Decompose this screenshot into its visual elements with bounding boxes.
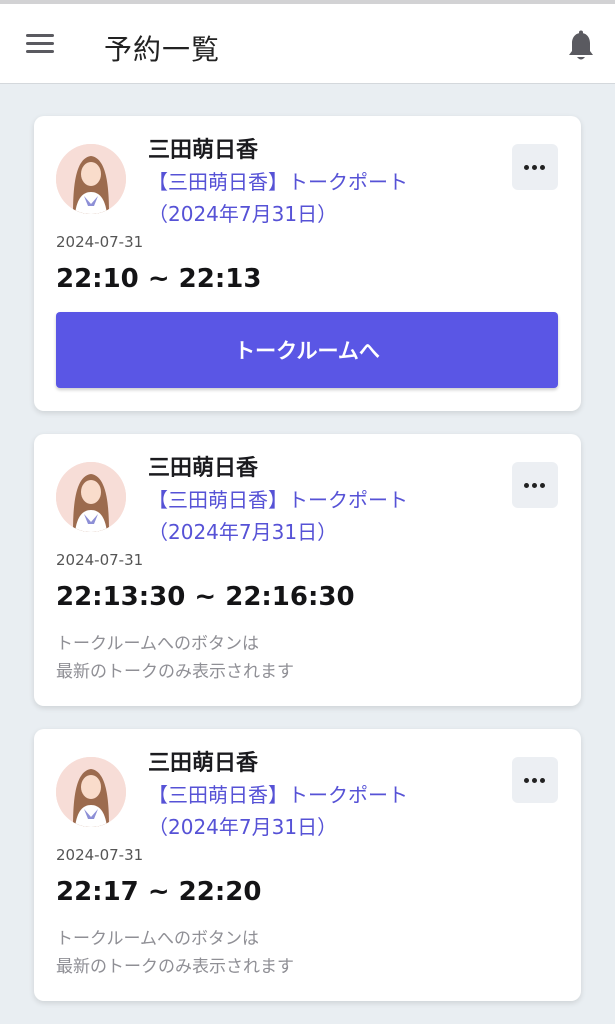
event-link[interactable]: 【三田萌日香】トークポート （2024年7月31日） xyxy=(148,484,478,548)
reservation-card: 三田萌日香 【三田萌日香】トークポート （2024年7月31日） 2024-07… xyxy=(34,434,581,706)
more-options-button[interactable] xyxy=(512,757,558,803)
reservation-date: 2024-07-31 xyxy=(56,233,144,251)
talent-name: 三田萌日香 xyxy=(148,456,259,481)
talk-room-button[interactable]: トークルームへ xyxy=(56,312,558,388)
ellipsis-icon xyxy=(524,483,529,488)
ellipsis-icon xyxy=(524,165,529,170)
reservation-card: 三田萌日香 【三田萌日香】トークポート （2024年7月31日） 2024-07… xyxy=(34,729,581,1001)
event-link[interactable]: 【三田萌日香】トークポート （2024年7月31日） xyxy=(148,779,478,843)
talent-name: 三田萌日香 xyxy=(148,751,259,776)
avatar xyxy=(56,462,126,532)
reservation-date: 2024-07-31 xyxy=(56,551,144,569)
avatar xyxy=(56,144,126,214)
hamburger-menu-icon[interactable] xyxy=(26,34,54,54)
reservation-time: 22:17 ~ 22:20 xyxy=(56,877,262,907)
talent-name: 三田萌日香 xyxy=(148,138,259,163)
page-title: 予約一覧 xyxy=(104,33,221,66)
reservation-date: 2024-07-31 xyxy=(56,846,144,864)
reservation-card: 三田萌日香 【三田萌日香】トークポート （2024年7月31日） 2024-07… xyxy=(34,116,581,411)
more-options-button[interactable] xyxy=(512,462,558,508)
app-header: 予約一覧 xyxy=(0,4,615,84)
reservation-time: 22:10 ~ 22:13 xyxy=(56,264,262,294)
bell-icon[interactable] xyxy=(566,30,596,62)
talk-room-note: トークルームへのボタンは 最新のトークのみ表示されます xyxy=(56,929,294,977)
ellipsis-icon xyxy=(524,778,529,783)
more-options-button[interactable] xyxy=(512,144,558,190)
avatar xyxy=(56,757,126,827)
event-link[interactable]: 【三田萌日香】トークポート （2024年7月31日） xyxy=(148,166,478,230)
reservation-time: 22:13:30 ~ 22:16:30 xyxy=(56,582,355,612)
talk-room-note: トークルームへのボタンは 最新のトークのみ表示されます xyxy=(56,634,294,682)
